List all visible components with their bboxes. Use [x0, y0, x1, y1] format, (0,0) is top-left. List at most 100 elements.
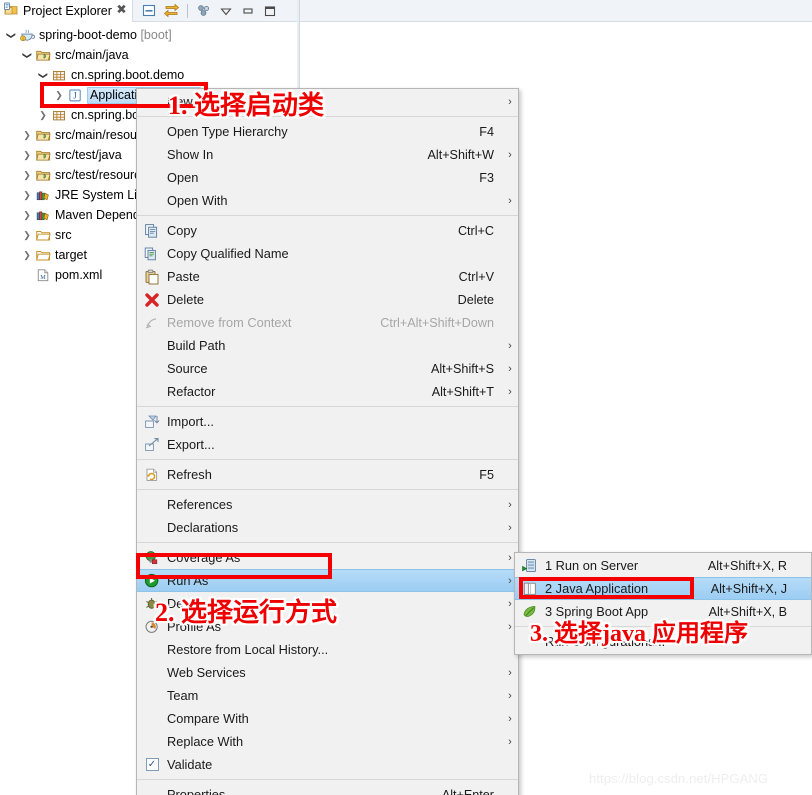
menu-item-copy[interactable]: Copy Ctrl+C	[137, 219, 518, 242]
chevron-right-icon[interactable]: ❯	[20, 170, 34, 180]
minimize-icon[interactable]	[238, 2, 258, 20]
submenu-chevron-icon: ›	[508, 95, 512, 108]
java-application-icon	[515, 581, 545, 597]
tab-project-explorer[interactable]: Project Explorer ✖	[0, 0, 134, 22]
menu-item-compare-with[interactable]: Compare With ›	[137, 707, 518, 730]
maven-pom-icon: M	[34, 267, 52, 283]
menu-item-properties[interactable]: Properties Alt+Enter	[137, 783, 518, 795]
collapse-all-icon[interactable]	[139, 2, 159, 20]
menu-item-refresh[interactable]: Refresh F5	[137, 463, 518, 486]
menu-item-label: Compare With	[167, 711, 249, 726]
source-folder-icon	[34, 127, 52, 143]
link-with-editor-icon[interactable]	[161, 2, 181, 20]
menu-item-label: Restore from Local History...	[167, 642, 329, 657]
tree-item-label: src	[55, 228, 72, 242]
menu-item-shortcut: Alt+Shift+W	[427, 147, 495, 162]
tree-item-src-main-java[interactable]: ❯ src/main/java	[0, 45, 297, 65]
chevron-right-icon[interactable]: ❯	[20, 190, 34, 200]
chevron-down-icon[interactable]: ❯	[39, 68, 49, 82]
menu-item-shortcut: Ctrl+V	[458, 269, 494, 284]
project-explorer-tab-bar: Project Explorer ✖	[0, 0, 297, 22]
chevron-right-icon[interactable]: ❯	[20, 130, 34, 140]
menu-separator	[137, 406, 518, 407]
context-menu[interactable]: New › Open Type Hierarchy F4 Show In Alt+Shif…	[136, 88, 519, 795]
menu-item-label: Copy	[167, 223, 197, 238]
menu-item-label: Team	[167, 688, 199, 703]
svg-text:J: J	[73, 90, 77, 100]
copy-qualified-name-icon	[137, 246, 167, 262]
menu-item-import[interactable]: Import...	[137, 410, 518, 433]
menu-item-replace-with[interactable]: Replace With ›	[137, 730, 518, 753]
menu-item-paste[interactable]: Paste Ctrl+V	[137, 265, 518, 288]
tree-item-cn-spring-boot-demo[interactable]: ❯ cn.spring.boot.demo	[0, 65, 297, 85]
menu-item-label: Import...	[167, 414, 214, 429]
menu-item-references[interactable]: References ›	[137, 493, 518, 516]
eclipse-window: Project Explorer ✖ ❯ ! spring-boot-demo …	[0, 0, 812, 795]
menu-item-label: 1 Run on Server	[545, 558, 639, 573]
annotation-callout-1: 1. 选择启动类	[168, 91, 325, 120]
chevron-right-icon[interactable]: ❯	[20, 210, 34, 220]
menu-item-label: Source	[167, 361, 208, 376]
view-menu-filters-icon[interactable]	[194, 2, 214, 20]
coverage-as-icon	[137, 550, 167, 566]
menu-item-refactor[interactable]: Refactor Alt+Shift+T ›	[137, 380, 518, 403]
tab-label: Project Explorer	[23, 3, 112, 18]
submenu-item-1-run-on-server[interactable]: 1 Run on Server Alt+Shift+X, R	[515, 554, 811, 577]
menu-item-coverage-as[interactable]: Coverage As ›	[137, 546, 518, 569]
menu-item-build-path[interactable]: Build Path ›	[137, 334, 518, 357]
source-folder-icon	[34, 147, 52, 163]
menu-item-remove-from-context: Remove from Context Ctrl+Alt+Shift+Down	[137, 311, 518, 334]
menu-item-export[interactable]: Export...	[137, 433, 518, 456]
menu-separator	[137, 779, 518, 780]
menu-item-source[interactable]: Source Alt+Shift+S ›	[137, 357, 518, 380]
menu-item-run-as[interactable]: Run As ›	[137, 569, 518, 592]
menu-item-shortcut: Alt+Shift+S	[430, 361, 494, 376]
submenu-item-2-java-application[interactable]: 2 Java Application Alt+Shift+X, J	[515, 577, 811, 600]
run-as-icon	[137, 573, 167, 589]
menu-item-label: Run As	[167, 573, 209, 588]
menu-item-open-type-hierarchy[interactable]: Open Type Hierarchy F4	[137, 120, 518, 143]
menu-item-copy-qualified-name[interactable]: Copy Qualified Name	[137, 242, 518, 265]
submenu-chevron-icon: ›	[508, 362, 512, 375]
tree-item-spring-boot-demo[interactable]: ❯! spring-boot-demo [boot]	[0, 25, 297, 45]
menu-item-shortcut: Alt+Shift+X, J	[710, 581, 787, 596]
menu-item-label: Show In	[167, 147, 214, 162]
remove-from-context-icon	[137, 315, 167, 331]
chevron-right-icon[interactable]: ❯	[20, 150, 34, 160]
menu-item-open[interactable]: Open F3	[137, 166, 518, 189]
chevron-right-icon[interactable]: ❯	[36, 110, 50, 120]
chevron-right-icon[interactable]: ❯	[20, 230, 34, 240]
menu-item-validate[interactable]: ✓ Validate	[137, 753, 518, 776]
maximize-icon[interactable]	[260, 2, 280, 20]
validate-checkbox[interactable]: ✓	[145, 758, 159, 771]
annotation-callout-3: 3. 选择java 应用程序	[530, 621, 748, 647]
menu-item-label: Properties	[167, 787, 226, 795]
menu-item-declarations[interactable]: Declarations ›	[137, 516, 518, 539]
menu-item-show-in[interactable]: Show In Alt+Shift+W ›	[137, 143, 518, 166]
menu-item-label: Remove from Context	[167, 315, 292, 330]
menu-item-label: Export...	[167, 437, 215, 452]
menu-item-web-services[interactable]: Web Services ›	[137, 661, 518, 684]
menu-item-delete[interactable]: Delete Delete	[137, 288, 518, 311]
chevron-down-icon[interactable]: ❯	[7, 28, 17, 42]
folder-icon	[34, 247, 52, 263]
toolbar-separator	[187, 3, 189, 18]
source-folder-icon	[34, 47, 52, 63]
package-icon	[50, 67, 68, 83]
refresh-icon	[137, 467, 167, 483]
menu-item-label: Paste	[167, 269, 200, 284]
tree-item-label: spring-boot-demo [boot]	[39, 28, 172, 42]
menu-item-shortcut: F3	[479, 170, 494, 185]
chevron-right-icon[interactable]: ❯	[52, 90, 66, 100]
chevron-down-icon[interactable]: ❯	[23, 48, 33, 62]
submenu-chevron-icon: ›	[508, 666, 512, 679]
menu-item-label: Validate	[167, 757, 213, 772]
menu-item-restore-from-local-history[interactable]: Restore from Local History...	[137, 638, 518, 661]
menu-item-open-with[interactable]: Open With ›	[137, 189, 518, 212]
submenu-chevron-icon: ›	[508, 712, 512, 725]
view-menu-icon[interactable]	[216, 2, 236, 20]
menu-item-team[interactable]: Team ›	[137, 684, 518, 707]
tree-item-label: cn.spring.boot.demo	[71, 68, 185, 82]
close-icon[interactable]: ✖	[116, 4, 127, 17]
chevron-right-icon[interactable]: ❯	[20, 250, 34, 260]
